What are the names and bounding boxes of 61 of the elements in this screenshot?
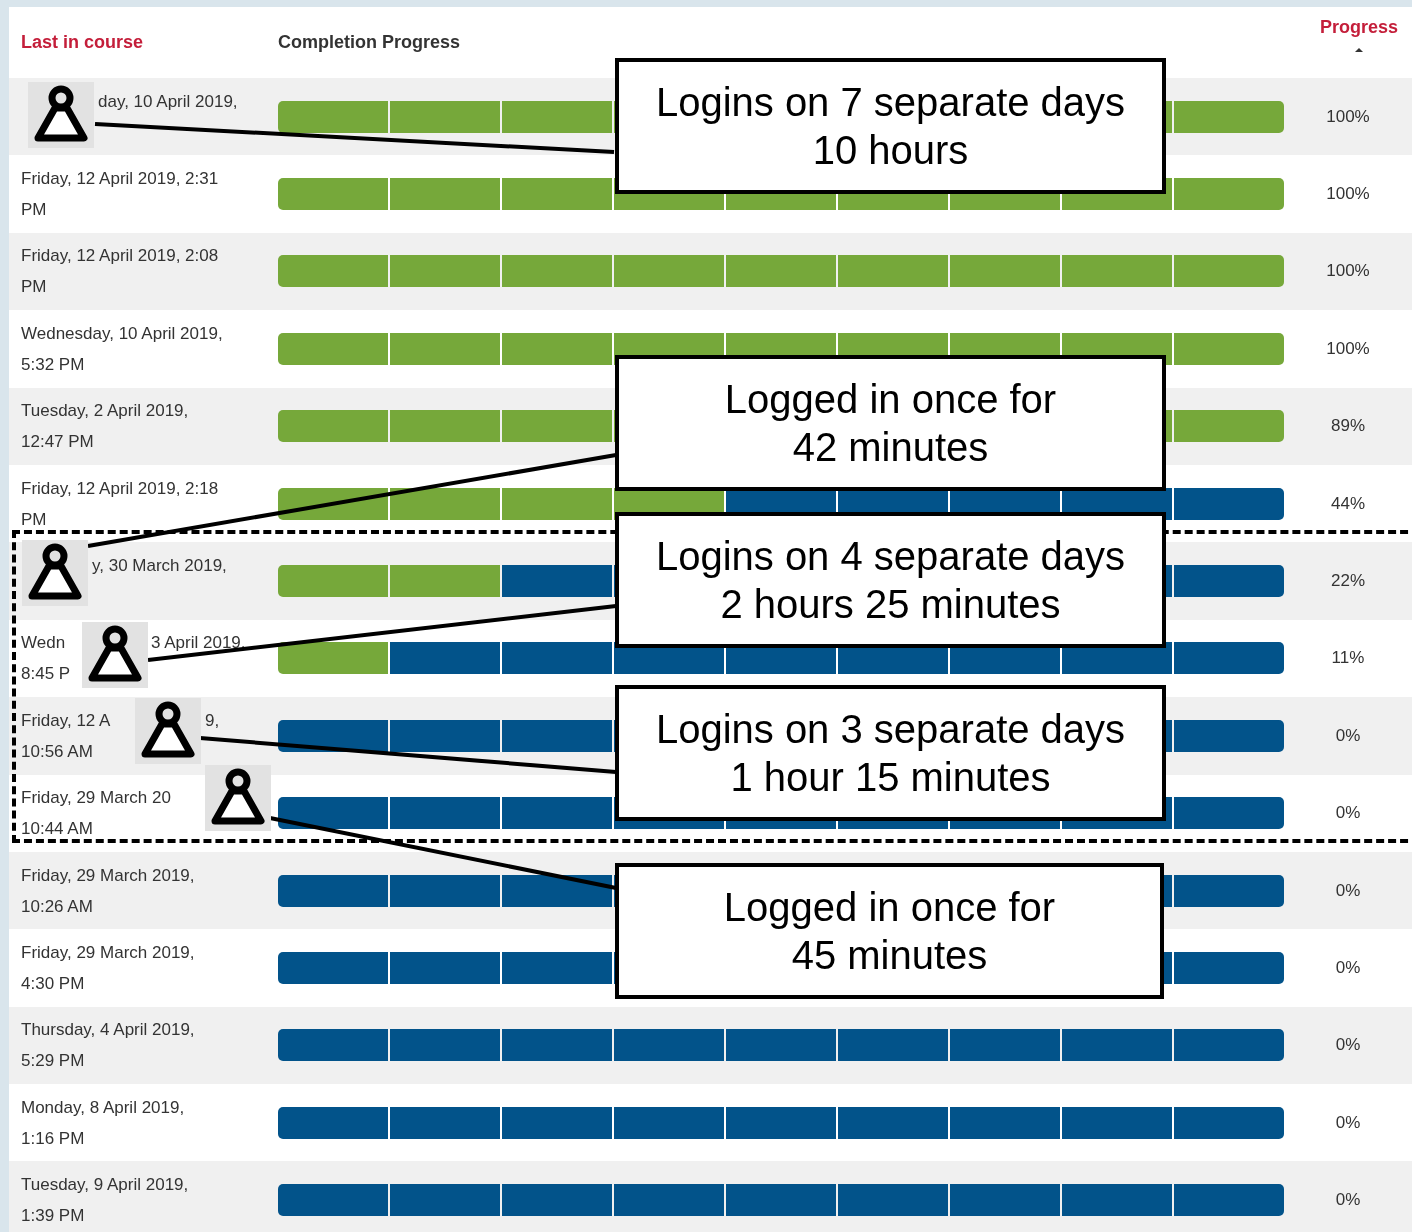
annotation-text: Logins on 7 separate days — [655, 79, 1126, 126]
annotation-text: 10 hours — [812, 127, 969, 174]
progress-percent: 11% — [1330, 648, 1366, 669]
date-text: day, 10 April 2019, — [98, 90, 238, 113]
date-text: Wedn — [21, 633, 66, 653]
date-text: 5:32 PM — [21, 354, 85, 374]
date-text: Friday, 29 March 2019, — [21, 943, 195, 962]
progress-percent: 0% — [1334, 803, 1362, 824]
date-text: PM — [21, 200, 47, 220]
date-text: 10:26 AM — [21, 896, 93, 916]
date-text: Thursday, 4 April 2019, — [21, 1020, 195, 1040]
annotation-text: Logged in once for — [724, 376, 1057, 423]
person-icon — [82, 622, 148, 688]
date-text: y, 30 March 2019, — [92, 555, 227, 578]
column-header[interactable]: Progress — [1319, 17, 1398, 38]
progress-percent: 100% — [1325, 261, 1371, 282]
date-text: Tuesday, 2 April 2019, — [21, 401, 189, 421]
annotation-text: 2 hours 25 minutes — [720, 581, 1061, 628]
annotation-text: Logins on 3 separate days — [655, 706, 1126, 753]
annotation-text: Logins on 4 separate days — [655, 533, 1126, 580]
date-text: Wednesday, 10 April 2019, — [21, 323, 223, 343]
progress-percent: 0% — [1334, 1190, 1362, 1211]
column-header[interactable]: Last in course — [21, 32, 278, 53]
progress-percent: 100% — [1325, 106, 1371, 127]
column-header: Completion Progress — [278, 32, 461, 53]
annotation-text: Logged in once for — [723, 884, 1056, 931]
date-text: Monday, 8 April 2019, — [21, 1097, 185, 1117]
date-text: 3 April 2019, — [151, 632, 246, 655]
progress-percent: 0% — [1334, 958, 1362, 978]
annotation-text: 1 hour 15 minutes — [730, 754, 1051, 801]
progress-percent: 0% — [1334, 1035, 1362, 1056]
person-icon — [28, 82, 94, 148]
date-text: Friday, 12 April 2019, 2:08 — [21, 246, 219, 266]
annotation-text: 42 minutes — [792, 424, 989, 471]
date-text: Tuesday, 9 April 2019, — [21, 1175, 189, 1195]
date-text: 8:45 P — [21, 664, 71, 684]
date-text: 12:47 PM — [21, 432, 94, 452]
progress-percent: 100% — [1325, 184, 1371, 205]
progress-percent: 89% — [1330, 416, 1366, 437]
progress-percent: 100% — [1325, 338, 1371, 359]
sort-icon[interactable] — [1354, 48, 1363, 52]
progress-percent: 0% — [1334, 1112, 1362, 1133]
date-text: 9, — [205, 709, 220, 732]
date-text: 1:16 PM — [21, 1128, 85, 1148]
progress-percent: 0% — [1334, 880, 1362, 901]
date-text: Friday, 29 March 20 — [21, 788, 171, 808]
date-text: Friday, 12 A — [21, 710, 111, 730]
date-text: Friday, 29 March 2019, — [21, 865, 195, 885]
date-text: 4:30 PM — [21, 974, 85, 993]
date-text: Friday, 12 April 2019, 2:31 — [21, 169, 219, 189]
date-text: 10:44 AM — [21, 819, 93, 839]
progress-percent: 0% — [1334, 725, 1362, 746]
date-text: 10:56 AM — [21, 741, 93, 761]
date-text: PM — [21, 509, 47, 529]
date-text: PM — [21, 277, 47, 297]
date-text: 1:39 PM — [21, 1206, 85, 1226]
annotation-text: 45 minutes — [791, 932, 988, 979]
progress-percent: 22% — [1330, 571, 1366, 592]
progress-percent: 44% — [1330, 493, 1366, 514]
date-text: Friday, 12 April 2019, 2:18 — [21, 478, 219, 498]
date-text: 5:29 PM — [21, 1051, 85, 1071]
